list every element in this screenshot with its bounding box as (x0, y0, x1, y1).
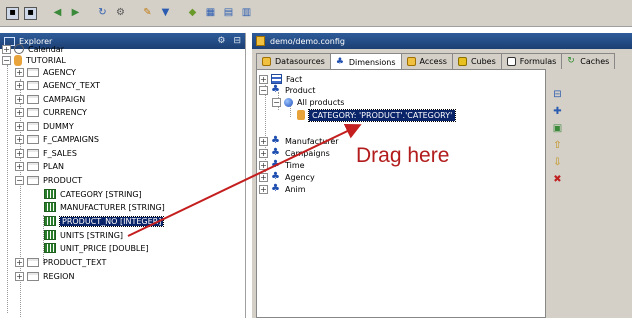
drag-arrow (127, 123, 362, 237)
